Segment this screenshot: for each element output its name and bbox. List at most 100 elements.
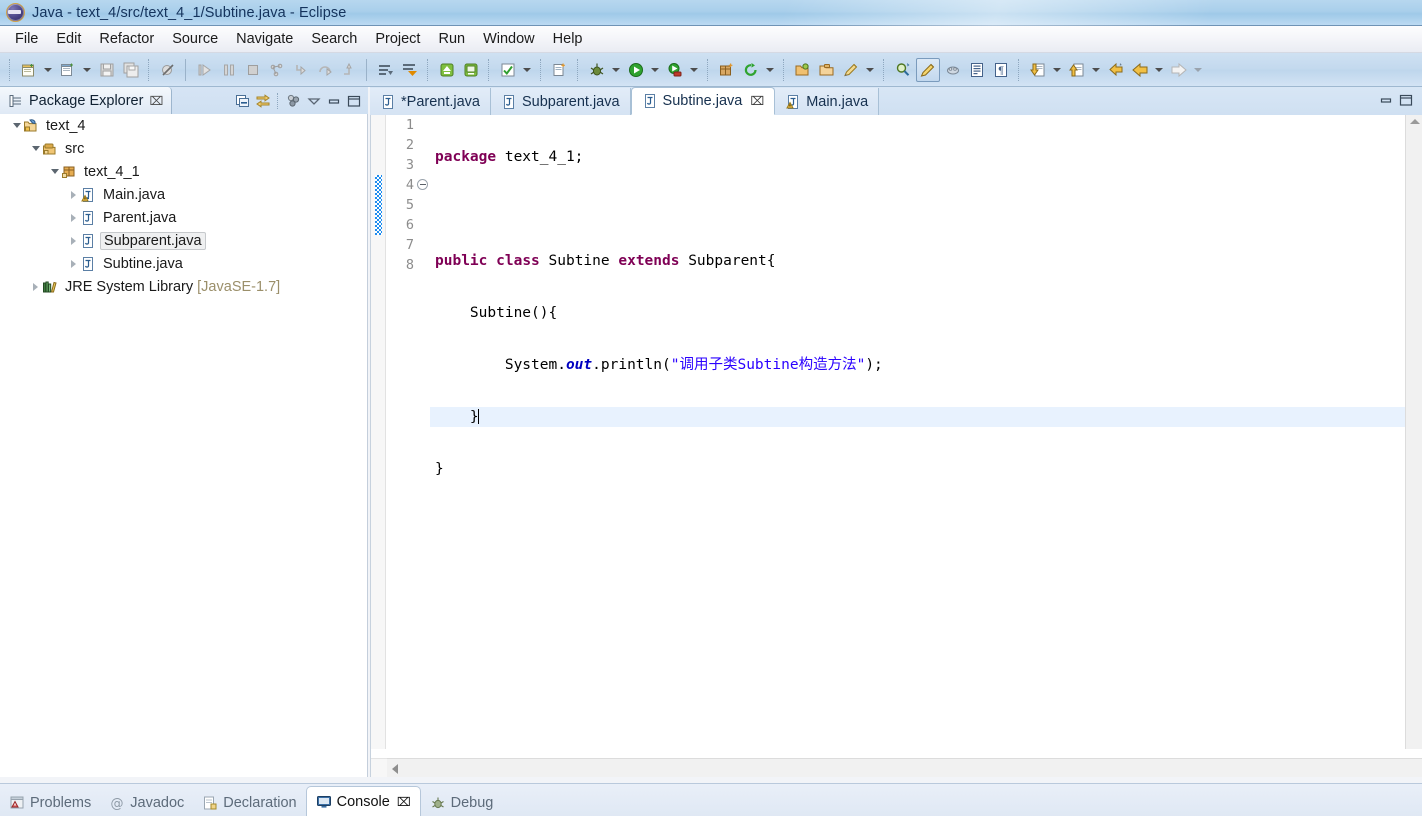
editor-tab-main-java[interactable]: Main.java bbox=[775, 88, 879, 115]
close-icon[interactable]: ⌧ bbox=[397, 795, 411, 809]
save-icon[interactable] bbox=[96, 59, 118, 81]
checkmark-dropdown-arrow[interactable] bbox=[520, 59, 533, 81]
new-java-class-icon[interactable] bbox=[57, 59, 79, 81]
terminate-icon[interactable] bbox=[242, 59, 264, 81]
menu-run[interactable]: Run bbox=[429, 29, 474, 49]
forward-icon[interactable] bbox=[1168, 59, 1190, 81]
suspend-icon[interactable] bbox=[218, 59, 240, 81]
previous-annotation-icon[interactable] bbox=[1066, 59, 1088, 81]
collapse-twisty-icon[interactable] bbox=[29, 275, 42, 298]
debug-dropdown-arrow[interactable] bbox=[609, 59, 622, 81]
code-text-area[interactable]: package text_4_1; public class Subtine e… bbox=[430, 115, 1406, 749]
new-android-project-icon[interactable] bbox=[549, 59, 571, 81]
refresh-coverage-icon[interactable] bbox=[740, 59, 762, 81]
link-with-editor-icon[interactable] bbox=[253, 91, 273, 111]
save-all-icon[interactable] bbox=[120, 59, 142, 81]
open-task-icon[interactable] bbox=[816, 59, 838, 81]
forward-dropdown-arrow[interactable] bbox=[1191, 59, 1204, 81]
next-annotation-dropdown-arrow[interactable] bbox=[1050, 59, 1063, 81]
tree-item-subtine-java[interactable]: Subtine.java bbox=[0, 252, 367, 275]
new-package-icon[interactable] bbox=[716, 59, 738, 81]
search-icon[interactable] bbox=[892, 59, 914, 81]
collapse-twisty-icon[interactable] bbox=[67, 206, 80, 229]
editor-tab-subparent-java[interactable]: Subparent.java bbox=[491, 88, 631, 115]
collapse-twisty-icon[interactable] bbox=[67, 183, 80, 206]
collapse-all-icon[interactable] bbox=[233, 91, 253, 111]
menu-navigate[interactable]: Navigate bbox=[227, 29, 302, 49]
minimize-icon[interactable] bbox=[324, 91, 344, 111]
resume-icon[interactable] bbox=[194, 59, 216, 81]
collapse-twisty-icon[interactable] bbox=[67, 252, 80, 275]
debug-icon[interactable] bbox=[586, 59, 608, 81]
step-over-icon[interactable] bbox=[314, 59, 336, 81]
view-filters-icon[interactable] bbox=[284, 91, 304, 111]
link-helper-icon[interactable] bbox=[942, 59, 964, 81]
new-wizard-icon[interactable] bbox=[18, 59, 40, 81]
checkmark-icon[interactable] bbox=[497, 59, 519, 81]
maximize-icon[interactable] bbox=[1396, 90, 1416, 110]
annotation-dropdown-arrow[interactable] bbox=[863, 59, 876, 81]
menu-project[interactable]: Project bbox=[366, 29, 429, 49]
android-ddms-icon[interactable] bbox=[399, 59, 421, 81]
step-into-icon[interactable] bbox=[290, 59, 312, 81]
close-icon[interactable]: ⌧ bbox=[750, 94, 764, 108]
tree-item-text_4_1[interactable]: text_4_1 bbox=[0, 160, 367, 183]
new-wizard-dropdown-arrow[interactable] bbox=[41, 59, 54, 81]
run-external-tools-icon[interactable] bbox=[664, 59, 686, 81]
back-icon[interactable] bbox=[1129, 59, 1151, 81]
minimize-icon[interactable] bbox=[1376, 90, 1396, 110]
maximize-icon[interactable] bbox=[344, 91, 364, 111]
last-edit-location-icon[interactable] bbox=[1105, 59, 1127, 81]
external-tools-dropdown-arrow[interactable] bbox=[687, 59, 700, 81]
pilcrow-icon[interactable]: ¶ bbox=[990, 59, 1012, 81]
collapse-twisty-icon[interactable] bbox=[67, 229, 80, 252]
android-avd-manager-icon[interactable] bbox=[460, 59, 482, 81]
close-icon[interactable]: ⌧ bbox=[149, 94, 163, 108]
tree-item-main-java[interactable]: Main.java bbox=[0, 183, 367, 206]
expand-twisty-icon[interactable] bbox=[29, 137, 42, 160]
previous-annotation-dropdown-arrow[interactable] bbox=[1089, 59, 1102, 81]
annotation-ruler[interactable] bbox=[371, 115, 386, 749]
skip-all-breakpoints-icon[interactable] bbox=[157, 59, 179, 81]
folding-ruler[interactable] bbox=[416, 115, 431, 749]
android-logcat-icon[interactable] bbox=[375, 59, 397, 81]
run-icon[interactable] bbox=[625, 59, 647, 81]
menu-search[interactable]: Search bbox=[302, 29, 366, 49]
bottom-tab-declaration[interactable]: Declaration bbox=[193, 789, 305, 816]
tree-item-jre-system-library[interactable]: JRE System Library [JavaSE-1.7] bbox=[0, 275, 367, 298]
menu-source[interactable]: Source bbox=[163, 29, 227, 49]
bottom-tab-problems[interactable]: Problems bbox=[0, 789, 100, 816]
tree-item-parent-java[interactable]: Parent.java bbox=[0, 206, 367, 229]
tree-item-text_4[interactable]: text_4 bbox=[0, 114, 367, 137]
disconnect-icon[interactable] bbox=[266, 59, 288, 81]
menu-edit[interactable]: Edit bbox=[47, 29, 90, 49]
menu-refactor[interactable]: Refactor bbox=[90, 29, 163, 49]
project-tree[interactable]: text_4 src text_4_1 bbox=[0, 114, 368, 777]
scroll-left-icon[interactable] bbox=[392, 764, 398, 774]
bottom-tab-console[interactable]: Console ⌧ bbox=[306, 786, 421, 816]
bottom-tab-debug[interactable]: Debug bbox=[421, 789, 503, 816]
coverage-dropdown-arrow[interactable] bbox=[763, 59, 776, 81]
bottom-tab-javadoc[interactable]: @ Javadoc bbox=[100, 789, 193, 816]
android-sdk-manager-icon[interactable] bbox=[436, 59, 458, 81]
new-java-class-dropdown-arrow[interactable] bbox=[80, 59, 93, 81]
run-dropdown-arrow[interactable] bbox=[648, 59, 661, 81]
editor-horizontal-scrollbar[interactable] bbox=[387, 758, 1422, 777]
editor-tab-parent-java[interactable]: *Parent.java bbox=[370, 88, 491, 115]
tab-package-explorer[interactable]: Package Explorer ⌧ bbox=[0, 87, 172, 114]
new-annotation-icon[interactable] bbox=[840, 59, 862, 81]
tree-item-src[interactable]: src bbox=[0, 137, 367, 160]
editor-vertical-scrollbar[interactable] bbox=[1405, 115, 1422, 749]
fold-collapse-icon[interactable] bbox=[417, 179, 428, 190]
tree-item-subparent-java[interactable]: Subparent.java bbox=[0, 229, 367, 252]
menu-window[interactable]: Window bbox=[474, 29, 544, 49]
expand-twisty-icon[interactable] bbox=[10, 114, 23, 137]
step-return-icon[interactable] bbox=[338, 59, 360, 81]
view-menu-icon[interactable] bbox=[304, 91, 324, 111]
next-annotation-icon[interactable] bbox=[1027, 59, 1049, 81]
editor-tab-subtine-java[interactable]: Subtine.java ⌧ bbox=[631, 87, 776, 115]
expand-twisty-icon[interactable] bbox=[48, 160, 61, 183]
menu-help[interactable]: Help bbox=[544, 29, 592, 49]
back-dropdown-arrow[interactable] bbox=[1152, 59, 1165, 81]
show-whitespace-icon[interactable] bbox=[966, 59, 988, 81]
